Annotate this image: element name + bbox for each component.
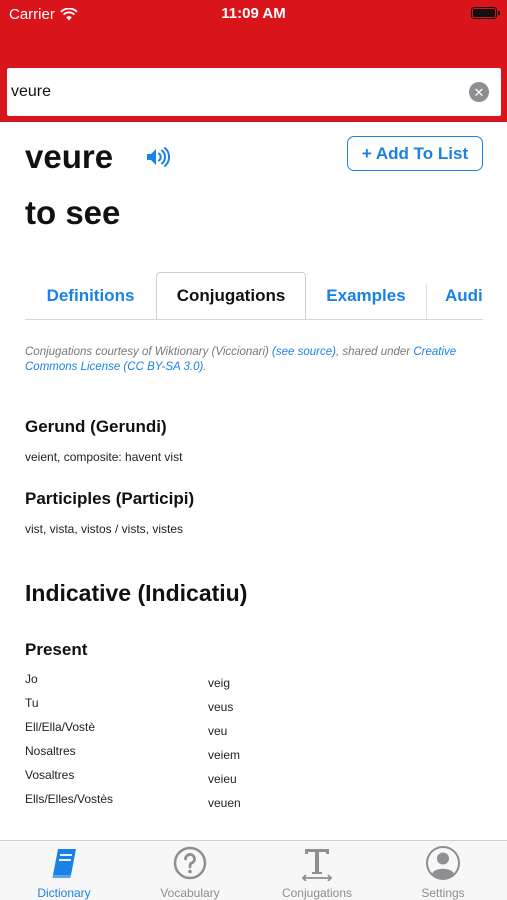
see-source-link[interactable]: (see source) (272, 346, 336, 358)
participles-heading: Participles (Participi) (25, 489, 195, 508)
bottom-tab-bar: Dictionary Vocabulary Conjugations Setti… (0, 840, 507, 900)
conjugation-pronoun: Ells/Elles/Vostès (25, 792, 114, 806)
tab-conjugations[interactable]: Conjugations (156, 272, 306, 319)
book-icon (52, 849, 76, 878)
conjugation-form: veus (208, 700, 234, 714)
clear-search-icon[interactable]: ✕ (469, 82, 489, 102)
credit-text: Conjugations courtesy of Wiktionary (Vic… (25, 346, 273, 358)
entry-tabs: Definitions Conjugations Examples Audio (25, 272, 483, 320)
tab-examples[interactable]: Examples (306, 272, 426, 319)
tab-bar-label: Settings (421, 886, 465, 900)
conjugation-form: veu (208, 724, 228, 738)
conjugation-pronoun: Tu (25, 696, 39, 710)
entry-translation: to see (25, 194, 121, 231)
conjugation-pronoun: Nosaltres (25, 744, 76, 758)
source-credit: Conjugations courtesy of Wiktionary (Vic… (25, 345, 475, 375)
indicative-heading: Indicative (Indicatiu) (25, 580, 248, 606)
conjugation-pronoun: Ell/Ella/Vostè (25, 720, 96, 734)
gerund-heading: Gerund (Gerundi) (25, 417, 167, 436)
conjugation-pronoun: Jo (25, 672, 38, 686)
text-size-icon (301, 849, 333, 881)
conjugation-form: veieu (208, 772, 237, 786)
speaker-icon[interactable] (145, 146, 171, 168)
tab-bar-conjugations[interactable]: Conjugations (262, 845, 372, 900)
status-bar: Carrier 11:09 AM (0, 0, 507, 30)
conjugation-form: veuen (208, 796, 241, 810)
battery-icon (471, 7, 500, 19)
credit-text-middle: , shared under (335, 346, 414, 358)
conjugation-form: veig (208, 676, 231, 690)
tab-audio[interactable]: Audio (428, 272, 483, 319)
tab-bar-vocabulary[interactable]: Vocabulary (135, 845, 245, 900)
tab-divider (426, 284, 427, 319)
gerund-text: veient, composite: havent vist (25, 450, 183, 464)
entry-word: veure (25, 138, 114, 175)
user-circle-icon (426, 846, 460, 880)
conjugation-form: veiem (208, 748, 241, 762)
credit-text-end: . (203, 361, 207, 373)
tab-bar-settings[interactable]: Settings (388, 845, 498, 900)
tab-bar-label: Dictionary (37, 886, 91, 900)
add-to-list-button[interactable]: + Add To List (347, 136, 483, 171)
question-circle-icon (173, 846, 207, 880)
tab-bar-label: Vocabulary (160, 886, 220, 900)
participles-text: vist, vista, vistos / vists, vistes (25, 522, 184, 536)
app-header: Carrier 11:09 AM ✕ (0, 0, 507, 122)
tab-definitions[interactable]: Definitions (25, 272, 156, 319)
conjugation-pronoun: Vosaltres (25, 768, 75, 782)
search-bar: ✕ (7, 68, 501, 116)
search-input[interactable] (11, 80, 451, 104)
status-time: 11:09 AM (221, 5, 286, 22)
tab-bar-label: Conjugations (281, 886, 353, 900)
present-heading: Present (25, 640, 88, 659)
tab-bar-dictionary[interactable]: Dictionary (9, 845, 119, 900)
